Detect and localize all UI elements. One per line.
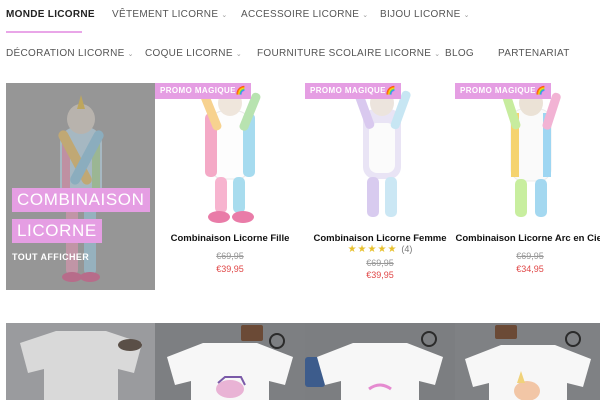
white-tshirt-photo bbox=[6, 323, 155, 400]
product-old-price: €69,95 bbox=[216, 251, 244, 261]
chevron-down-icon: ⌄ bbox=[434, 51, 441, 58]
nav-accessoire-licorne[interactable]: ACCESSOIRE LICORNE ⌄ bbox=[241, 9, 368, 20]
promo-badge: PROMO MAGIQUE🌈 bbox=[455, 83, 552, 99]
nav-coque-licorne[interactable]: COQUE LICORNE ⌄ bbox=[145, 48, 242, 59]
unicorn-tshirt-photo bbox=[155, 323, 305, 400]
category-hero-tile[interactable]: COMBINAISON LICORNE TOUT AFFICHER bbox=[6, 83, 155, 290]
star-rating-icon: ★★★★★ bbox=[347, 244, 398, 255]
nav-blog[interactable]: BLOG bbox=[445, 48, 474, 59]
product-card[interactable]: PROMO MAGIQUE🌈 Combinaison Licorne Arc e… bbox=[455, 83, 600, 288]
woman-unicorn-onesie-photo bbox=[354, 85, 411, 217]
product-sale-price: €39,95 bbox=[216, 264, 244, 274]
product-card[interactable]: PROMO MAGIQUE🌈 Combinaison Licorne Femme… bbox=[305, 83, 455, 288]
promo-badge: PROMO MAGIQUE🌈 bbox=[305, 83, 402, 99]
product-name[interactable]: Combinaison Licorne Fille bbox=[155, 231, 305, 246]
unicorn-tshirt-photo bbox=[455, 323, 600, 400]
main-nav-row-2: DÉCORATION LICORNE ⌄ COQUE LICORNE ⌄ FOURN… bbox=[0, 41, 600, 69]
nav-fourniture-scolaire-licorne[interactable]: FOURNITURE SCOLAIRE LICORNE ⌄ bbox=[257, 48, 440, 59]
hero-title-line-1: COMBINAISON bbox=[12, 188, 150, 212]
product-image: PROMO MAGIQUE🌈 bbox=[155, 83, 305, 225]
nav-vetement-licorne[interactable]: VÊTEMENT LICORNE ⌄ bbox=[112, 9, 227, 20]
product-sale-price: €39,95 bbox=[366, 270, 394, 280]
view-all-link[interactable]: TOUT AFFICHER bbox=[12, 252, 89, 262]
product-card[interactable] bbox=[305, 323, 455, 400]
chevron-down-icon: ⌄ bbox=[362, 12, 369, 19]
main-nav-row-1: MONDE LICORNE VÊTEMENT LICORNE ⌄ ACCESSOI… bbox=[0, 2, 600, 30]
product-image: PROMO MAGIQUE🌈 bbox=[455, 83, 600, 225]
nav-partenariat[interactable]: PARTENARIAT bbox=[498, 48, 570, 59]
nav-decoration-licorne[interactable]: DÉCORATION LICORNE ⌄ bbox=[6, 48, 134, 59]
chevron-down-icon: ⌄ bbox=[127, 51, 134, 58]
girl-unicorn-onesie-photo bbox=[200, 90, 261, 223]
product-card[interactable] bbox=[455, 323, 600, 400]
rainbow-unicorn-onesie-photo bbox=[502, 90, 561, 217]
product-sale-price: €34,95 bbox=[516, 264, 544, 274]
chevron-down-icon: ⌄ bbox=[221, 12, 228, 19]
unicorn-tshirt-photo bbox=[305, 323, 455, 400]
review-count[interactable]: (4) bbox=[401, 244, 412, 254]
product-name[interactable]: Combinaison Licorne Arc en Ciel bbox=[455, 231, 600, 246]
chevron-down-icon: ⌄ bbox=[463, 12, 470, 19]
product-old-price: €69,95 bbox=[366, 258, 394, 268]
hero-title-line-2: LICORNE bbox=[12, 219, 102, 243]
product-image: PROMO MAGIQUE🌈 bbox=[305, 83, 455, 225]
nav-bijou-licorne[interactable]: BIJOU LICORNE ⌄ bbox=[380, 9, 470, 20]
category-tile[interactable] bbox=[6, 323, 155, 400]
product-old-price: €69,95 bbox=[516, 251, 544, 261]
nav-monde-licorne[interactable]: MONDE LICORNE bbox=[6, 9, 95, 20]
product-card[interactable] bbox=[155, 323, 305, 400]
chevron-down-icon: ⌄ bbox=[235, 51, 242, 58]
product-rating: ★★★★★ (4) bbox=[305, 243, 455, 256]
product-card[interactable]: PROMO MAGIQUE🌈 Combinaison Licorne Fille… bbox=[155, 83, 305, 288]
promo-badge: PROMO MAGIQUE🌈 bbox=[155, 83, 252, 99]
active-nav-underline bbox=[6, 31, 82, 33]
